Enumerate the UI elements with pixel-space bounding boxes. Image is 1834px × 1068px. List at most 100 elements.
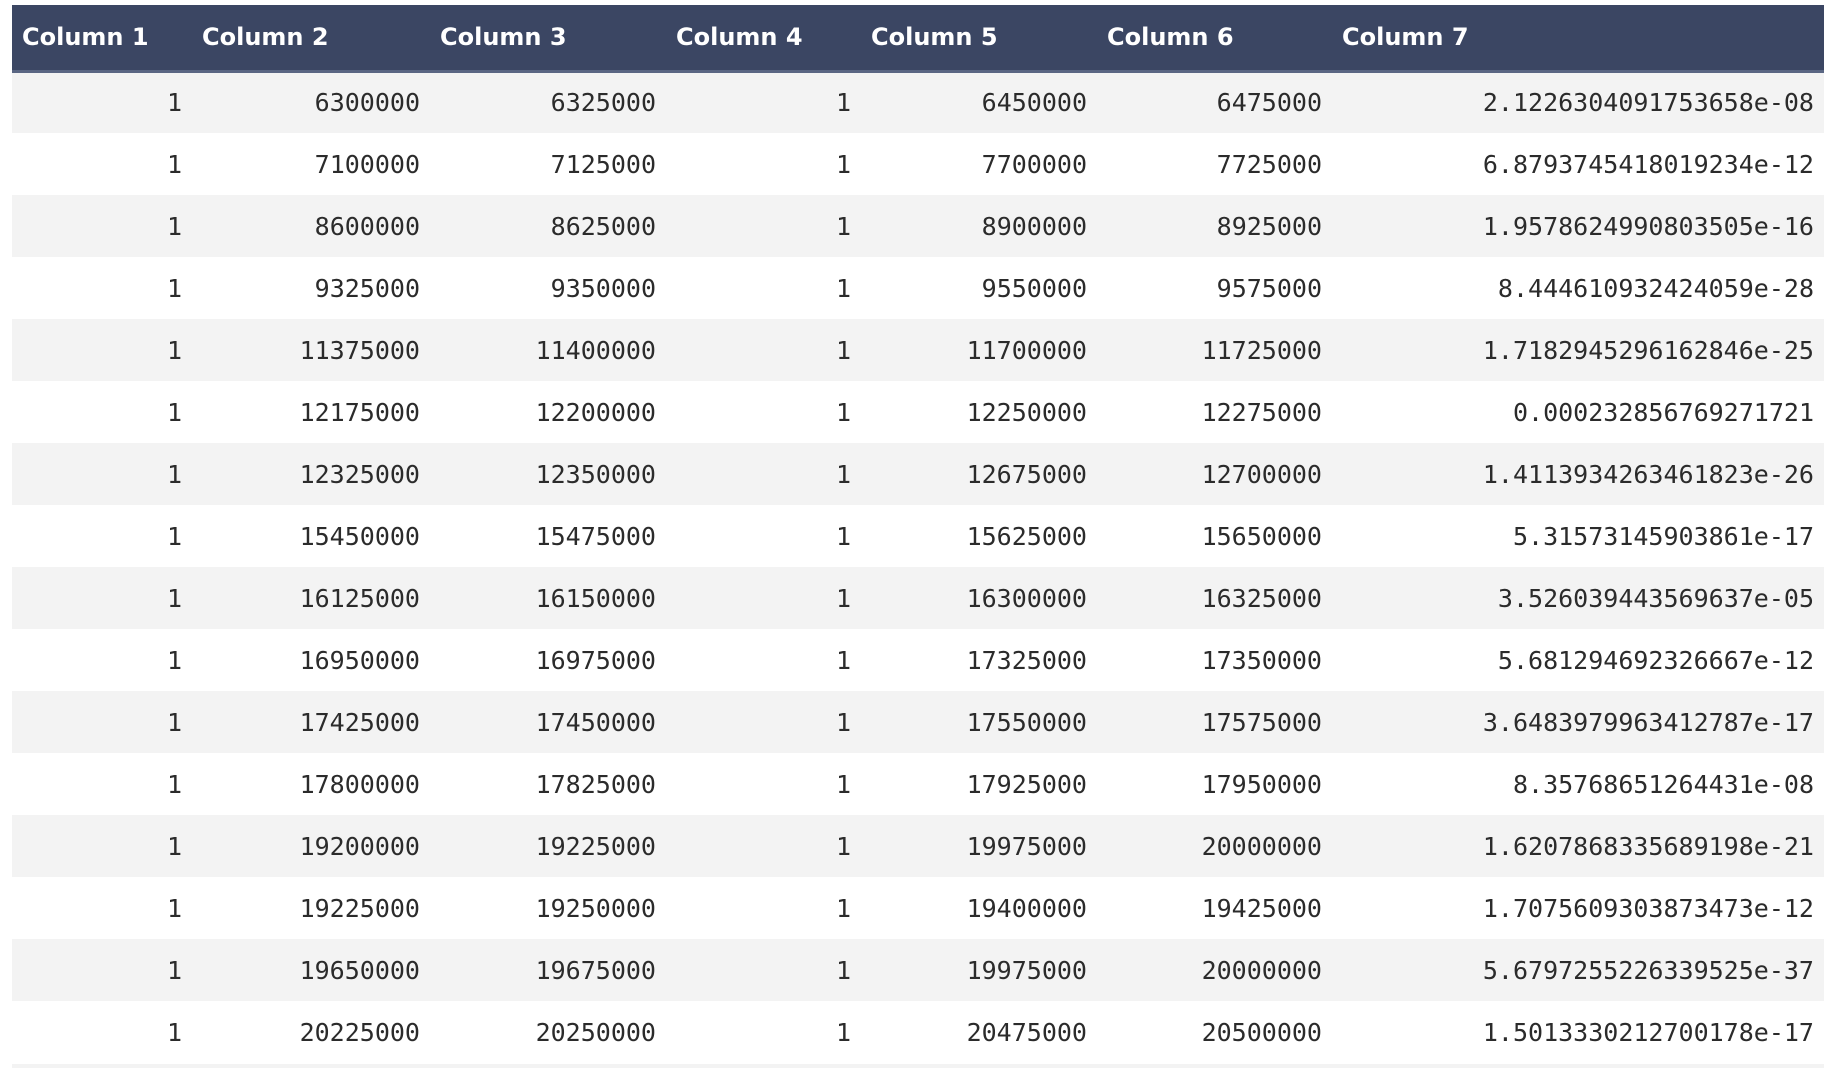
table-row: 1 19650000 19675000 1 19975000 20000000 5.6797… (12, 939, 1824, 1001)
table-row: 1 6300000 6325000 1 6450000 6475000 2.12263040… (12, 71, 1824, 133)
table-cell-col-6: 20000000 (1201, 831, 1322, 861)
table-cell-col-5: 7700000 (981, 149, 1087, 179)
table-cell-col-3: 7125000 (550, 149, 656, 179)
table-cell-col-5: 9550000 (981, 273, 1087, 303)
table-cell-col-3: 19675000 (535, 955, 656, 985)
table-cell-col-4: 1 (835, 149, 851, 179)
table-cell-col-4: 1 (835, 335, 851, 365)
table-cell-col-1: 1 (166, 521, 182, 551)
table-cell-col-4: 1 (835, 893, 851, 923)
table-row: 1 12175000 12200000 1 12250000 12275000 0.0002… (12, 381, 1824, 443)
table-cell-col-2: 20225000 (299, 1017, 420, 1047)
table-cell-col-5: 19975000 (966, 955, 1087, 985)
table-cell-col-3: 15475000 (535, 521, 656, 551)
table-cell-col-7: 6.8793745418019234e-12 (1482, 149, 1814, 179)
column-header-7[interactable]: Column 7 (1332, 5, 1824, 73)
table-cell-col-5: 12675000 (966, 459, 1087, 489)
column-header-1[interactable]: Column 1 (12, 5, 192, 73)
table-cell-col-2: 19225000 (299, 893, 420, 923)
table-cell-col-2: 15450000 (299, 521, 420, 551)
table-cell-col-7: 5.31573145903861e-17 (1512, 521, 1814, 551)
table-cell-col-2: 19650000 (299, 955, 420, 985)
column-header-4[interactable]: Column 4 (666, 5, 861, 73)
table-cell-col-1: 1 (166, 645, 182, 675)
table-cell-col-3: 19225000 (535, 831, 656, 861)
table-cell-col-3: 19250000 (535, 893, 656, 923)
table-cell-col-7: 8.444610932424059e-28 (1497, 273, 1814, 303)
table-cell-col-7: 8.35768651264431e-08 (1512, 769, 1814, 799)
table-cell-col-4: 1 (835, 211, 851, 241)
table-cell-col-3: 20250000 (535, 1017, 656, 1047)
table-cell-col-5: 17550000 (966, 707, 1087, 737)
table-cell-col-6: 17575000 (1201, 707, 1322, 737)
table-cell-col-7: 3.6483979963412787e-17 (1482, 707, 1814, 737)
table-cell-col-6: 6475000 (1216, 88, 1322, 118)
table-cell-col-2: 11375000 (299, 335, 420, 365)
table-cell-col-3: 8625000 (550, 211, 656, 241)
table-cell-col-6: 11725000 (1201, 335, 1322, 365)
table-row: 1 16125000 16150000 1 16300000 16325000 3.5260… (12, 567, 1824, 629)
next-row-edge (12, 1064, 1824, 1068)
table-cell-col-7: 1.5013330212700178e-17 (1482, 1017, 1814, 1047)
table-cell-col-7: 1.7075609303873473e-12 (1482, 893, 1814, 923)
table-cell-col-3: 12200000 (535, 397, 656, 427)
table-cell-col-3: 16150000 (535, 583, 656, 613)
table-cell-col-6: 15650000 (1201, 521, 1322, 551)
table-cell-col-6: 19425000 (1201, 893, 1322, 923)
table-cell-col-3: 9350000 (550, 273, 656, 303)
table-cell-col-1: 1 (166, 831, 182, 861)
column-header-5[interactable]: Column 5 (861, 5, 1097, 73)
table-cell-col-5: 16300000 (966, 583, 1087, 613)
table-cell-col-4: 1 (835, 521, 851, 551)
table-cell-col-2: 19200000 (299, 831, 420, 861)
table-cell-col-5: 11700000 (966, 335, 1087, 365)
table-row: 1 15450000 15475000 1 15625000 15650000 5.3157… (12, 505, 1824, 567)
table-row: 1 20225000 20250000 1 20475000 20500000 1.5013… (12, 1001, 1824, 1063)
table-cell-col-5: 12250000 (966, 397, 1087, 427)
table-cell-col-4: 1 (835, 645, 851, 675)
table-cell-col-4: 1 (835, 707, 851, 737)
table-cell-col-2: 6300000 (314, 88, 420, 118)
table-body: 1 6300000 6325000 1 6450000 6475000 2.12263040… (12, 71, 1824, 1063)
table-cell-col-3: 17450000 (535, 707, 656, 737)
table-cell-col-3: 16975000 (535, 645, 656, 675)
table-cell-col-5: 15625000 (966, 521, 1087, 551)
table-cell-col-1: 1 (166, 397, 182, 427)
table-cell-col-1: 1 (166, 769, 182, 799)
table-cell-col-1: 1 (166, 335, 182, 365)
table-cell-col-6: 12275000 (1201, 397, 1322, 427)
table-cell-col-1: 1 (166, 149, 182, 179)
data-table-container: Column 1 Column 2 Column 3 Column 4 Colu… (12, 5, 1824, 1063)
table-cell-col-3: 11400000 (535, 335, 656, 365)
table-cell-col-5: 6450000 (981, 88, 1087, 118)
table-cell-col-2: 12175000 (299, 397, 420, 427)
table-cell-col-2: 17800000 (299, 769, 420, 799)
table-cell-col-4: 1 (835, 955, 851, 985)
table-cell-col-5: 17325000 (966, 645, 1087, 675)
table-cell-col-6: 8925000 (1216, 211, 1322, 241)
table-row: 1 16950000 16975000 1 17325000 17350000 5.6812… (12, 629, 1824, 691)
table-cell-col-5: 20475000 (966, 1017, 1087, 1047)
table-cell-col-5: 17925000 (966, 769, 1087, 799)
table-row: 1 9325000 9350000 1 9550000 9575000 8.44461093… (12, 257, 1824, 319)
table-row: 1 7100000 7125000 1 7700000 7725000 6.87937454… (12, 133, 1824, 195)
table-cell-col-1: 1 (166, 583, 182, 613)
header-row: Column 1 Column 2 Column 3 Column 4 Colu… (12, 5, 1824, 73)
column-header-6[interactable]: Column 6 (1097, 5, 1332, 73)
table-cell-col-3: 17825000 (535, 769, 656, 799)
column-header-2[interactable]: Column 2 (192, 5, 430, 73)
table-cell-col-1: 1 (166, 955, 182, 985)
table-row: 1 11375000 11400000 1 11700000 11725000 1.7182… (12, 319, 1824, 381)
table-cell-col-7: 1.9578624990803505e-16 (1482, 211, 1814, 241)
table-cell-col-2: 16950000 (299, 645, 420, 675)
table-cell-col-7: 1.7182945296162846e-25 (1482, 335, 1814, 365)
table-cell-col-7: 2.1226304091753658e-08 (1482, 88, 1814, 118)
table-cell-col-2: 12325000 (299, 459, 420, 489)
table-cell-col-6: 20500000 (1201, 1017, 1322, 1047)
table-cell-col-7: 1.6207868335689198e-21 (1482, 831, 1814, 861)
table-cell-col-4: 1 (835, 397, 851, 427)
table-cell-col-6: 9575000 (1216, 273, 1322, 303)
column-header-3[interactable]: Column 3 (430, 5, 666, 73)
table-cell-col-7: 1.4113934263461823e-26 (1482, 459, 1814, 489)
table-cell-col-4: 1 (835, 1017, 851, 1047)
